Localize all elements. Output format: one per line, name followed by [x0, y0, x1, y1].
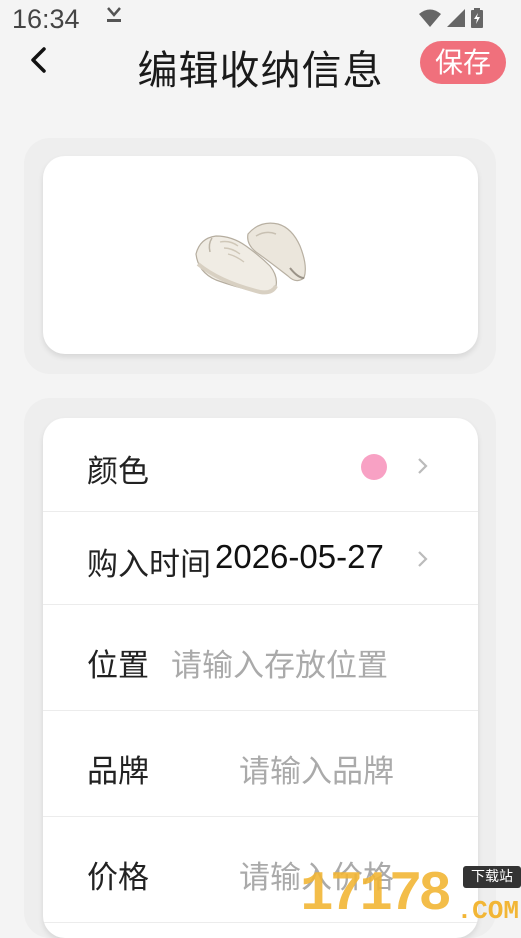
item-photo [195, 222, 306, 295]
signal-icon [447, 9, 465, 27]
purchase-time-row[interactable]: 购入时间 2026-05-27 [43, 511, 478, 605]
chevron-right-icon [418, 551, 428, 567]
purchase-time-value[interactable]: 2026-05-27 [215, 538, 384, 576]
watermark-logo: 17178 下载站 .COM [296, 862, 521, 926]
status-time: 16:34 [12, 4, 80, 34]
purchase-time-label: 购入时间 [87, 547, 211, 583]
status-icons [419, 8, 483, 28]
save-button[interactable]: 保存 [420, 41, 506, 84]
color-swatch[interactable] [361, 454, 387, 480]
location-label: 位置 [87, 648, 149, 684]
wifi-icon [419, 9, 441, 27]
color-label: 颜色 [87, 454, 149, 490]
watermark-suffix: .COM [456, 896, 519, 926]
chevron-right-icon [418, 458, 428, 474]
watermark-badge: 下载站 [463, 866, 521, 888]
brand-row: 品牌 请输入品牌 [43, 710, 478, 817]
form-card: 颜色 购入时间 2026-05-27 位置 请输入存放位置 品牌 请输入品牌 价… [43, 418, 478, 938]
brand-label: 品牌 [87, 754, 149, 790]
download-icon [107, 7, 121, 22]
color-row[interactable]: 颜色 [43, 418, 478, 512]
location-input[interactable]: 请输入存放位置 [171, 640, 388, 685]
photo-card[interactable] [43, 156, 478, 354]
brand-input[interactable]: 请输入品牌 [239, 746, 394, 791]
watermark-text: 17178 [300, 862, 452, 926]
price-label: 价格 [87, 860, 149, 896]
location-row: 位置 请输入存放位置 [43, 604, 478, 711]
battery-icon [471, 8, 483, 28]
status-bar: 16:34 [0, 0, 521, 42]
